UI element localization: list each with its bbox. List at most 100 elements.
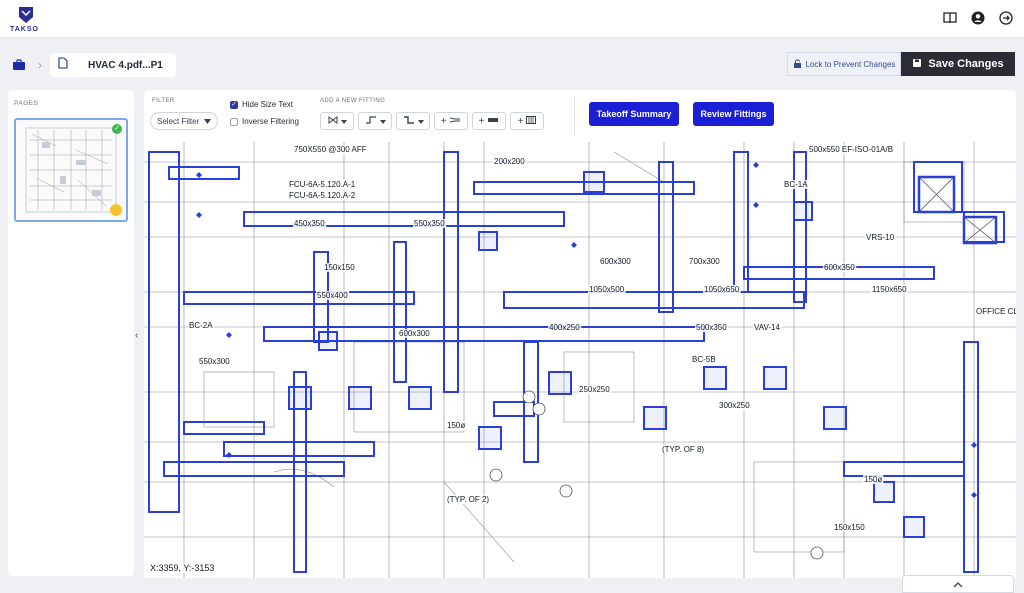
elbow-icon — [365, 115, 377, 127]
equipment-units — [917, 175, 998, 245]
filter-title: FILTER — [152, 98, 175, 104]
architectural-linework — [144, 142, 1016, 578]
logo-text: TAKSO — [10, 26, 39, 33]
takso-logo[interactable]: TAKSO — [10, 6, 44, 34]
drawing-label: FCU-6A-5.120.A-2 — [289, 191, 356, 200]
chevron-left-icon[interactable]: ‹ — [135, 330, 138, 341]
drawing-label: 600x350 — [824, 263, 855, 272]
drawing-label: (TYP. OF 8) — [662, 445, 704, 454]
takeoff-summary-button[interactable]: Takeoff Summary — [589, 102, 679, 126]
drawing-label: 200x200 — [494, 157, 525, 166]
duct-runs — [148, 151, 1005, 573]
hide-size-text-toggle[interactable]: ✓ Hide Size Text — [230, 100, 293, 109]
top-bar: TAKSO — [0, 0, 1024, 38]
drawing-label: 150x150 — [834, 523, 865, 532]
chevron-down-icon — [340, 117, 347, 126]
page-complete-check-icon: ✓ — [112, 124, 122, 134]
plus-icon: + — [517, 115, 524, 127]
drawing-label: 600x300 — [600, 257, 631, 266]
save-button[interactable]: Save Changes — [901, 52, 1015, 76]
add-duct-button[interactable]: + — [472, 112, 506, 130]
page-thumbnail[interactable]: ✓ — [14, 118, 128, 222]
takso-logo-mark — [19, 7, 33, 23]
unlock-icon — [793, 58, 802, 70]
chevron-up-icon — [953, 575, 963, 593]
lock-button[interactable]: Lock to Prevent Changes — [787, 52, 901, 76]
offset-icon — [403, 115, 415, 127]
plus-icon: + — [478, 115, 485, 127]
plus-icon: + — [440, 115, 447, 127]
drawing-label: 750X550 @300 AFF — [294, 145, 367, 154]
page-thumbnail-drawing — [25, 127, 117, 213]
drawing-label: 150ø — [864, 475, 882, 484]
drawing-label: BC-5B — [692, 355, 716, 364]
lock-button-label: Lock to Prevent Changes — [805, 59, 896, 69]
drawing-label: 150ø — [447, 421, 465, 430]
drawing-labels: 750X550 @300 AFF FCU-6A-5.120.A-1 FCU-6A-5… — [188, 145, 1016, 532]
drawing-label: FCU-6A-5.120.A-1 — [289, 180, 356, 189]
breadcrumb: › HVAC 4.pdf...P1 Lock to Prevent Change… — [0, 52, 1024, 78]
logout-icon[interactable] — [998, 10, 1014, 26]
breadcrumb-separator: › — [38, 58, 42, 72]
drawing-label: 550x400 — [317, 291, 348, 300]
review-fittings-button[interactable]: Review Fittings — [693, 102, 774, 126]
grille-icon — [526, 116, 537, 126]
drawing-label: BC-1A — [784, 180, 808, 189]
save-button-label: Save Changes — [928, 58, 1004, 70]
add-fitting-title: ADD A NEW FITTING — [320, 98, 386, 104]
valve-tool-button[interactable] — [320, 112, 354, 130]
drawing-label: 450x350 — [294, 219, 325, 228]
user-avatar-icon[interactable] — [970, 10, 986, 26]
file-name: HVAC 4.pdf...P1 — [88, 59, 163, 71]
drawing-label: 550x300 — [199, 357, 230, 366]
drawing-label: 1050x500 — [589, 285, 625, 294]
reducer-icon — [449, 116, 461, 126]
inverse-filtering-toggle[interactable]: Inverse Filtering — [230, 117, 299, 126]
drawing-label: VRS-10 — [866, 233, 895, 242]
valve-icon — [328, 115, 338, 127]
drawing-label: 1050x650 — [704, 285, 740, 294]
page-note-icon[interactable] — [110, 204, 122, 216]
toolbar-divider — [574, 96, 575, 136]
drawing-label: VAV-14 — [754, 323, 780, 332]
drawing-canvas[interactable]: 750X550 @300 AFF FCU-6A-5.120.A-1 FCU-6A-5… — [144, 142, 1016, 578]
hide-size-text-checkbox[interactable]: ✓ — [230, 100, 238, 109]
drawing-label: 500x550 EF-ISO-01A/B — [809, 145, 893, 154]
duct-icon — [487, 116, 499, 126]
book-icon[interactable] — [942, 10, 958, 26]
drawing-label: 250x250 — [579, 385, 610, 394]
inverse-filtering-checkbox[interactable] — [230, 117, 238, 126]
hide-size-text-label: Hide Size Text — [242, 100, 293, 109]
drawing-label: 600x300 — [399, 329, 430, 338]
breadcrumb-file[interactable]: HVAC 4.pdf...P1 — [50, 53, 176, 77]
add-grille-button[interactable]: + — [510, 112, 544, 130]
drawing-label: 500x350 — [696, 323, 727, 332]
drawing-toolbar: FILTER Select Filter ✓ Hide Size Text In… — [144, 90, 1016, 142]
select-filter-dropdown[interactable]: Select Filter — [150, 112, 218, 130]
floppy-disk-icon — [912, 58, 922, 71]
drawing-label: 1150x650 — [872, 285, 907, 294]
elbow-tool-button[interactable] — [358, 112, 392, 130]
drawing-label: 700x300 — [689, 257, 720, 266]
pages-panel: PAGES ✓ — [8, 90, 134, 576]
drawing-label: 150x150 — [324, 263, 355, 272]
drawing-label: 550x350 — [414, 219, 445, 228]
chevron-down-icon — [204, 117, 211, 126]
offset-tool-button[interactable] — [396, 112, 430, 130]
drawing-label: 400x250 — [549, 323, 580, 332]
collapse-panel-button[interactable] — [902, 575, 1014, 593]
briefcase-icon[interactable] — [8, 54, 30, 76]
document-icon — [58, 56, 68, 74]
chevron-down-icon — [417, 117, 424, 126]
add-reducer-button[interactable]: + — [434, 112, 468, 130]
drawing-label: (TYP. OF 2) — [447, 495, 489, 504]
drawing-label: OFFICE CLINICAL — [976, 307, 1016, 316]
drawing-label: BC-2A — [189, 321, 213, 330]
chevron-down-icon — [379, 117, 386, 126]
drawing-label: 300x250 — [719, 401, 750, 410]
pages-title: PAGES — [14, 100, 39, 107]
hvac-drawing[interactable]: 750X550 @300 AFF FCU-6A-5.120.A-1 FCU-6A-5… — [144, 142, 1016, 578]
cursor-coordinates: X:3359, Y:-3153 — [148, 563, 217, 573]
inverse-filtering-label: Inverse Filtering — [242, 117, 299, 126]
select-filter-value: Select Filter — [157, 116, 200, 126]
